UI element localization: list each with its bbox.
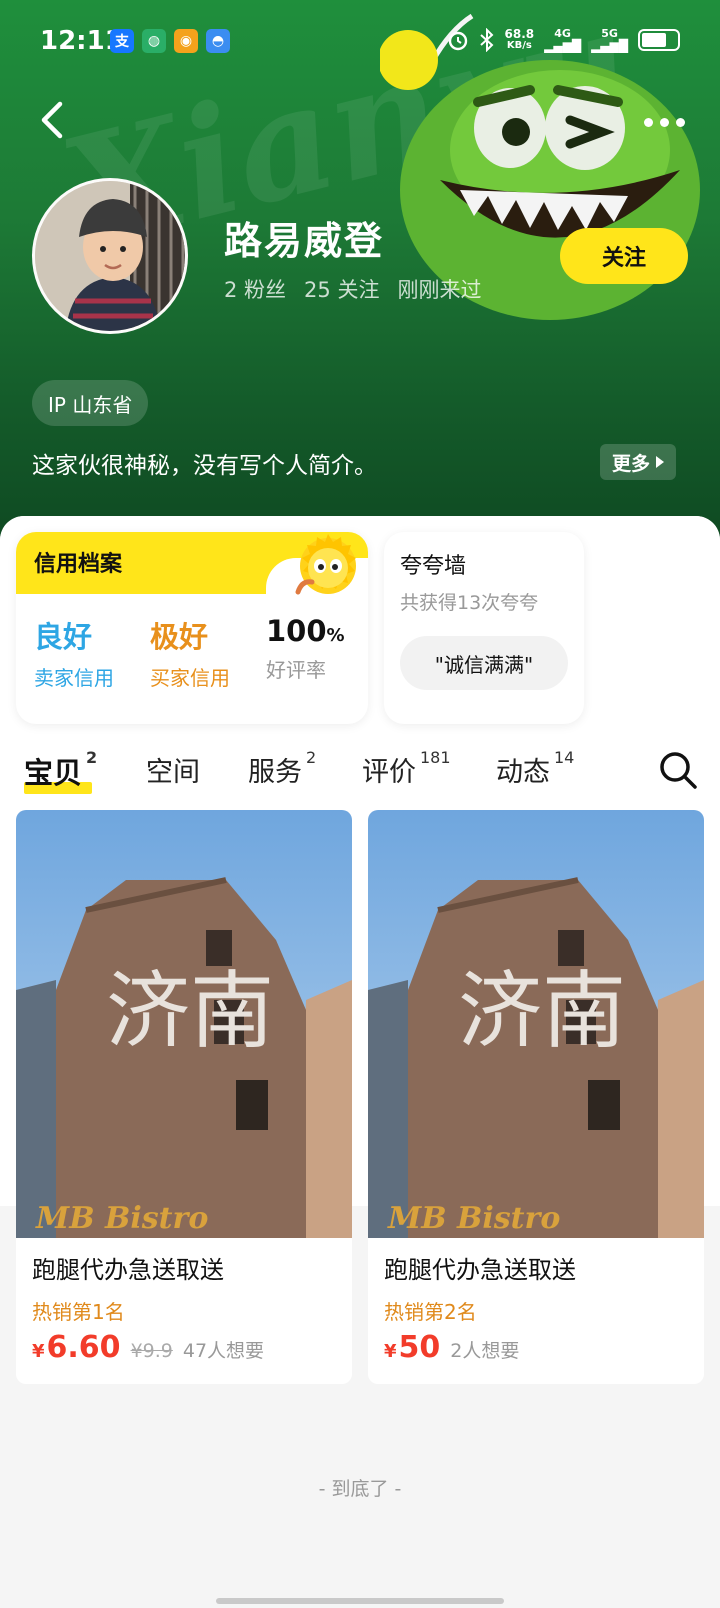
tab-items[interactable]: 宝贝 2	[24, 748, 97, 792]
fans-count[interactable]: 2 粉丝	[224, 274, 286, 304]
praise-wall-title: 夸夸墙	[400, 554, 467, 579]
avatar[interactable]	[32, 178, 188, 334]
follow-button[interactable]: 关注	[560, 228, 688, 284]
back-button[interactable]	[36, 98, 72, 142]
bluetooth-icon	[479, 28, 493, 52]
chat-app-icon: ◓	[206, 29, 230, 53]
weibo-icon: ◉	[174, 29, 198, 53]
bistro-sign-text: MB Bistro	[387, 1201, 560, 1236]
buyer-credit: 极好 买家信用	[150, 614, 230, 691]
positive-rate-label: 好评率	[266, 658, 326, 682]
profile-stats: 2 粉丝 25 关注 刚刚来过	[224, 274, 481, 304]
item-price-row: ¥6.60 ¥9.9 47人想要	[32, 1330, 264, 1365]
praise-tag: "诚信满满"	[400, 636, 568, 690]
home-indicator[interactable]	[216, 1598, 504, 1604]
signal-5g-icon: 5G ▂▄▆█	[591, 27, 628, 53]
system-icons: 68.8 KB/s 4G ▂▄▆█ 5G ▂▄▆█	[447, 28, 680, 52]
bistro-sign-text: MB Bistro	[35, 1201, 208, 1236]
buyer-credit-label: 买家信用	[150, 666, 230, 690]
credit-profile-card[interactable]: 信用档案 良好 卖家信用 极好 买家信用 100% 好评率	[16, 532, 368, 724]
profile-header: Xianyu 12:11 支 ◍ ◉ ◓ 68.8 KB/s 4G ▂▄▆█ 5G ▂…	[0, 0, 720, 540]
more-bio-button[interactable]: 更多	[600, 444, 677, 480]
buyer-credit-value: 极好	[150, 620, 209, 654]
username: 路易威登	[224, 219, 385, 263]
bio-text: 这家伙很神秘，没有写个人简介。	[32, 453, 377, 479]
credit-title: 信用档案	[34, 552, 123, 577]
item-card[interactable]: 济南 MB Bistro 跑腿代办急送取送 热销第1名 ¥6.60 ¥9.9 4…	[16, 810, 352, 1384]
building-sign-text: 济南	[106, 962, 274, 1060]
item-title: 跑腿代办急送取送	[384, 1256, 576, 1284]
seller-credit-label: 卖家信用	[34, 666, 114, 690]
item-original-price: ¥9.9	[130, 1340, 173, 1362]
search-icon[interactable]	[656, 748, 700, 792]
signal-4g-icon: 4G ▂▄▆█	[544, 27, 582, 53]
tab-space[interactable]: 空间	[146, 750, 200, 789]
positive-rate: 100% 好评率	[266, 614, 345, 683]
seller-credit: 良好 卖家信用	[34, 614, 114, 691]
item-price: ¥6.60	[32, 1330, 121, 1365]
item-rank: 热销第2名	[384, 1300, 477, 1324]
ip-location-tag: IP 山东省	[32, 380, 149, 426]
item-price: ¥50	[384, 1330, 441, 1365]
network-speed: 68.8 KB/s	[504, 27, 535, 51]
notification-icons: 支 ◍ ◉ ◓	[110, 29, 230, 53]
positive-rate-value: 100%	[266, 614, 345, 648]
last-visit: 刚刚来过	[397, 278, 482, 302]
alarm-icon	[448, 31, 467, 51]
wechat-icon: ◍	[142, 29, 166, 53]
battery-icon	[638, 29, 680, 51]
seller-credit-value: 良好	[34, 620, 93, 654]
item-photo: 济南 MB Bistro	[16, 810, 352, 1238]
profile-tabs: 宝贝 2 空间 服务 2 评价 181 动态 14	[0, 742, 720, 802]
status-bar: 12:11 支 ◍ ◉ ◓ 68.8 KB/s 4G ▂▄▆█ 5G ▂▄▆█	[0, 0, 720, 86]
item-price-row: ¥50 2人想要	[384, 1330, 519, 1365]
item-photo: 济南 MB Bistro	[368, 810, 704, 1238]
content-sheet: 信用档案 良好 卖家信用 极好 买家信用 100% 好评率 夸夸墙 共获得13次…	[0, 516, 720, 1608]
sun-mascot-icon	[295, 534, 356, 595]
tab-activity[interactable]: 动态 14	[496, 748, 574, 789]
more-bio-label: 更多	[612, 452, 651, 475]
more-options-button[interactable]	[636, 104, 692, 140]
avatar-photo	[35, 181, 185, 331]
triangle-right-icon	[656, 456, 665, 468]
following-count[interactable]: 25 关注	[304, 274, 379, 304]
praise-wall-card[interactable]: 夸夸墙 共获得13次夸夸 "诚信满满"	[384, 532, 584, 724]
item-wants: 47人想要	[182, 1340, 265, 1362]
item-wants: 2人想要	[450, 1340, 520, 1362]
building-sign-text: 济南	[458, 962, 626, 1060]
end-of-list-text: - 到底了 -	[318, 1478, 402, 1500]
item-card[interactable]: 济南 MB Bistro 跑腿代办急送取送 热销第2名 ¥50 2人想要	[368, 810, 704, 1384]
alipay-icon: 支	[110, 29, 134, 53]
item-title: 跑腿代办急送取送	[32, 1256, 224, 1284]
praise-count: 共获得13次夸夸	[400, 592, 539, 614]
tab-services[interactable]: 服务 2	[248, 748, 316, 789]
item-rank: 热销第1名	[32, 1300, 125, 1324]
tab-reviews[interactable]: 评价 181	[362, 748, 451, 789]
